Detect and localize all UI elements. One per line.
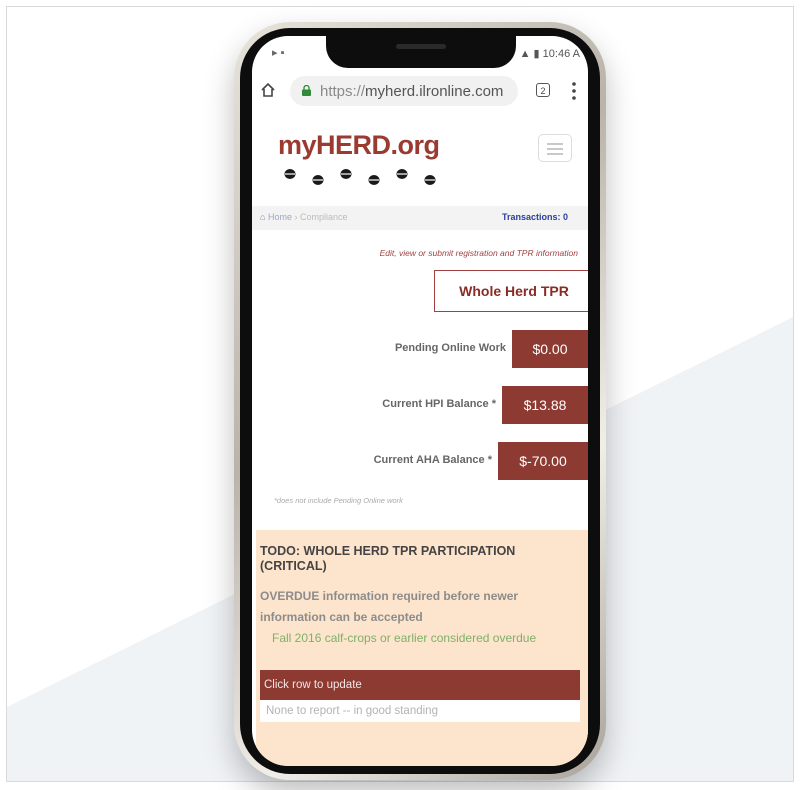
balance-value[interactable]: $0.00 bbox=[512, 330, 588, 368]
speaker-grille bbox=[396, 44, 446, 49]
lock-icon bbox=[302, 85, 311, 96]
breadcrumb-bar: ⌂ Home › Compliance Transactions: 0 bbox=[252, 206, 588, 230]
todo-overdue-text: OVERDUE information required before newe… bbox=[260, 589, 519, 624]
balance-footnote: *does not include Pending Online work bbox=[274, 496, 403, 505]
phone-screen: ▸ ▪ ▲ ▮ 10:46 A https://myherd.ilronline… bbox=[252, 36, 588, 766]
tab-switcher-button[interactable]: 2 bbox=[536, 83, 550, 97]
edit-registration-link[interactable]: Edit, view or submit registration and TP… bbox=[380, 248, 578, 258]
logo-cow-dots-icon bbox=[284, 169, 436, 185]
hpi-balance-row: Current HPI Balance * $13.88 bbox=[252, 386, 588, 426]
phone-notch bbox=[326, 30, 516, 68]
status-time: ▲ ▮ 10:46 A bbox=[519, 48, 580, 60]
balance-label: Current AHA Balance * bbox=[373, 454, 492, 466]
click-row-to-update[interactable]: Click row to update bbox=[260, 670, 580, 700]
breadcrumb-current: Compliance bbox=[300, 212, 348, 222]
site-logo[interactable]: myHERD.org bbox=[278, 130, 440, 161]
site-header: myHERD.org bbox=[252, 114, 588, 204]
breadcrumb-home-link[interactable]: Home bbox=[268, 212, 292, 222]
pending-online-work-row: Pending Online Work $0.00 bbox=[252, 330, 588, 370]
status-icons: ▸ ▪ bbox=[272, 47, 285, 59]
todo-title: TODO: WHOLE HERD TPR PARTICIPATION (CRIT… bbox=[260, 544, 516, 573]
balance-value[interactable]: $-70.00 bbox=[498, 442, 588, 480]
hamburger-menu-button[interactable] bbox=[538, 134, 572, 162]
table-row[interactable]: None to report -- in good standing bbox=[260, 700, 580, 722]
todo-overdue-note: Fall 2016 calf-crops or earlier consider… bbox=[272, 631, 537, 645]
balance-label: Pending Online Work bbox=[394, 342, 506, 354]
transactions-link[interactable]: Transactions: 0 bbox=[502, 212, 568, 222]
browser-bar: https://myherd.ilronline.com 2 bbox=[252, 70, 588, 115]
address-bar[interactable]: https://myherd.ilronline.com bbox=[290, 76, 518, 106]
home-icon[interactable] bbox=[260, 82, 276, 98]
todo-panel: TODO: WHOLE HERD TPR PARTICIPATION (CRIT… bbox=[256, 530, 588, 766]
breadcrumb: ⌂ Home › Compliance bbox=[260, 212, 348, 222]
balance-label: Current HPI Balance * bbox=[382, 398, 496, 410]
more-menu-icon[interactable] bbox=[572, 81, 576, 101]
whole-herd-tpr-button[interactable]: Whole Herd TPR bbox=[434, 270, 588, 312]
breadcrumb-separator: › bbox=[294, 212, 298, 222]
aha-balance-row: Current AHA Balance * $-70.00 bbox=[252, 442, 588, 482]
balance-value[interactable]: $13.88 bbox=[502, 386, 588, 424]
url-text: https://myherd.ilronline.com bbox=[320, 83, 504, 100]
home-small-icon: ⌂ bbox=[260, 212, 266, 222]
